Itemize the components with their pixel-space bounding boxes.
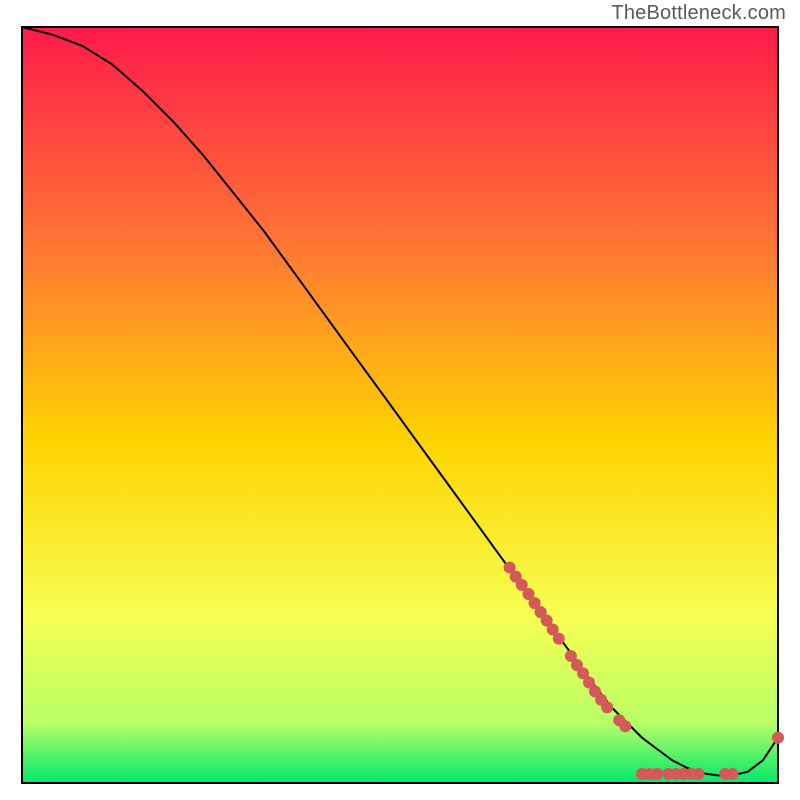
curve-marker xyxy=(619,720,631,732)
curve-marker xyxy=(601,701,613,713)
bottleneck-chart xyxy=(0,0,800,800)
plot-background xyxy=(22,27,778,783)
curve-marker xyxy=(553,633,565,645)
chart-stage: TheBottleneck.com xyxy=(0,0,800,800)
curve-marker xyxy=(651,768,663,780)
curve-marker xyxy=(727,768,739,780)
curve-marker xyxy=(693,768,705,780)
curve-marker xyxy=(772,732,784,744)
